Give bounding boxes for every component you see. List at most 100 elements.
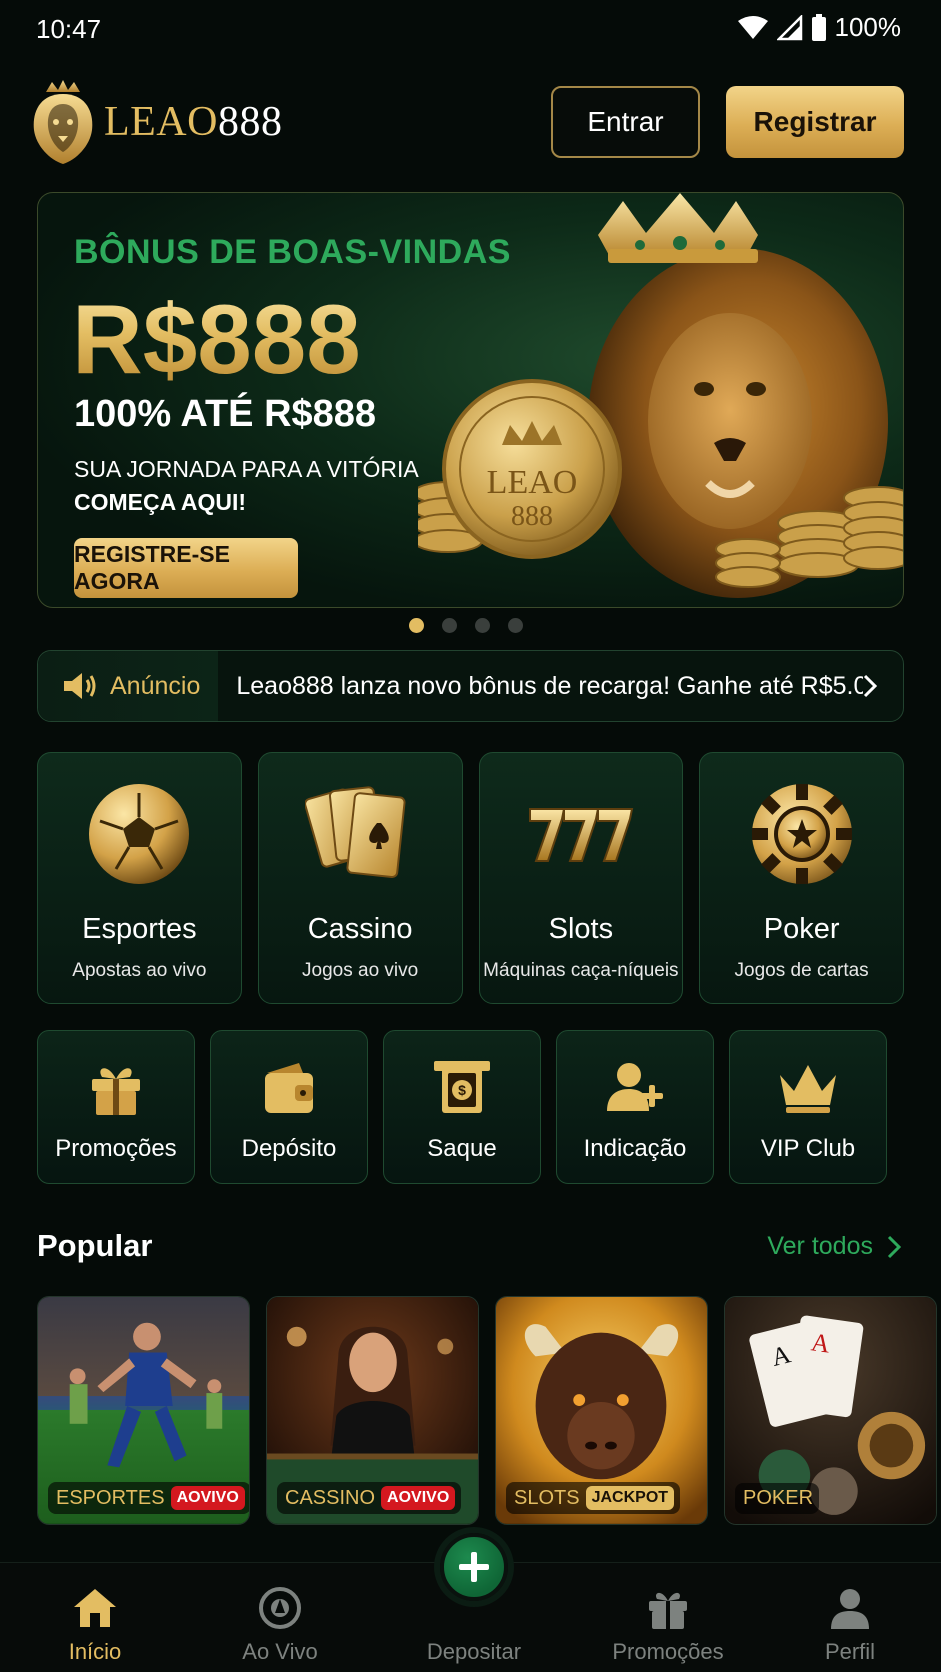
plus-icon (459, 1552, 489, 1582)
quick-action-label: Saque (427, 1135, 497, 1162)
chevron-right-icon (887, 1235, 901, 1258)
status-icons: 100% (737, 12, 902, 43)
nav-live[interactable]: Ao Vivo (200, 1563, 360, 1672)
popular-card-casino[interactable]: CASSINO AOVIVO (266, 1296, 479, 1525)
soccer-ball-icon (89, 784, 190, 884)
category-title: Slots (548, 913, 614, 945)
popular-tag: POKER (735, 1483, 820, 1514)
category-subtitle: Jogos de cartas (734, 960, 869, 981)
quick-action-vip[interactable]: VIP Club (729, 1030, 887, 1184)
see-all-link[interactable]: Ver todos (767, 1232, 901, 1261)
wallet-icon (265, 1063, 313, 1113)
category-subtitle: Máquinas caça-níqueis (483, 960, 679, 981)
add-user-icon (607, 1063, 663, 1111)
status-time: 10:47 (36, 14, 102, 44)
bottom-navigation: Início Ao Vivo Depositar Promoções Perfi… (0, 1533, 941, 1672)
nav-label: Depositar (426, 1639, 522, 1664)
battery-percent: 100% (834, 12, 902, 42)
announcement-label: Anúncio (38, 651, 219, 721)
login-button[interactable]: Entrar (551, 86, 700, 158)
playing-cards-icon (305, 786, 406, 879)
coin-text-2: 888 (511, 501, 553, 532)
header: LEAO888 Entrar Registrar (0, 70, 941, 180)
category-card-poker[interactable]: Poker Jogos de cartas (699, 752, 904, 1004)
category-subtitle: Jogos ao vivo (302, 960, 419, 981)
nav-promotions[interactable]: Promoções (588, 1563, 748, 1672)
slot-777-icon (528, 808, 634, 862)
svg-text:$: $ (458, 1082, 466, 1098)
popular-tag-label: ESPORTES (56, 1486, 165, 1509)
gift-icon (92, 1068, 140, 1115)
banner-desc-line1: SUA JORNADA PARA A VITÓRIA (74, 456, 419, 482)
category-card-slots[interactable]: Slots Máquinas caça-níqueis (478, 752, 684, 1004)
live-badge: AOVIVO (381, 1486, 456, 1510)
live-badge: AOVIVO (170, 1486, 245, 1510)
quick-action-promotions[interactable]: Promoções (37, 1030, 195, 1184)
nav-profile[interactable]: Perfil (770, 1563, 930, 1672)
status-bar: 10:47 100% (0, 0, 941, 60)
banner-offer: 100% ATÉ R$888 (74, 393, 377, 435)
popular-card-sports[interactable]: ESPORTES AOVIVO (37, 1296, 250, 1525)
lion-logo-icon (33, 80, 93, 164)
logo-text: LEAO888 (104, 99, 283, 145)
quick-action-deposit[interactable]: Depósito (210, 1030, 368, 1184)
popular-tag: SLOTS JACKPOT (506, 1482, 681, 1514)
category-title: Poker (763, 913, 840, 945)
popular-title: Popular (37, 1228, 153, 1263)
quick-action-withdraw[interactable]: $ Saque (383, 1030, 541, 1184)
carousel-dots (409, 618, 523, 633)
banner-subtitle: BÔNUS DE BOAS-VINDAS (74, 233, 511, 271)
deposit-fab[interactable] (440, 1533, 508, 1601)
nav-label: Ao Vivo (242, 1639, 318, 1664)
battery-icon (811, 13, 826, 41)
promo-banner[interactable]: LEAO 888 BÔNUS DE BOAS-VINDAS R$888 100%… (37, 192, 904, 608)
carousel-dot[interactable] (475, 618, 490, 633)
announcement-text: Leao888 lanza novo bônus de recarga! Gan… (236, 671, 863, 700)
category-card-casino[interactable]: Cassino Jogos ao vivo (257, 752, 463, 1004)
signal-icon (776, 14, 802, 40)
withdraw-icon: $ (434, 1061, 490, 1113)
register-button[interactable]: Registrar (726, 86, 904, 158)
poker-chip-icon (751, 784, 852, 884)
quick-actions: Promoções Depósito $ Saque Indicação VIP… (37, 1030, 887, 1184)
banner-desc-line2: COMEÇA AQUI! (74, 489, 247, 515)
category-subtitle: Apostas ao vivo (72, 960, 207, 981)
nav-label: Início (68, 1639, 122, 1664)
carousel-dot[interactable] (442, 618, 457, 633)
quick-action-label: Indicação (583, 1135, 687, 1162)
home-icon (74, 1589, 116, 1627)
carousel-dot[interactable] (508, 618, 523, 633)
crown-icon (780, 1065, 836, 1113)
quick-action-label: VIP Club (760, 1135, 856, 1162)
coin-text-1: LEAO (487, 464, 578, 501)
register-now-button[interactable]: REGISTRE-SE AGORA (74, 538, 298, 598)
category-card-sports[interactable]: Esportes Apostas ao vivo (37, 752, 242, 1004)
chevron-right-icon[interactable] (863, 674, 877, 698)
nav-home[interactable]: Início (15, 1563, 175, 1672)
quick-action-referral[interactable]: Indicação (556, 1030, 714, 1184)
carousel-dot[interactable] (409, 618, 424, 633)
quick-action-label: Depósito (241, 1135, 337, 1162)
popular-card-poker[interactable]: A A POKER (724, 1296, 937, 1525)
banner-amount: R$888 (72, 284, 361, 394)
jackpot-badge: JACKPOT (585, 1486, 675, 1510)
popular-tag: ESPORTES AOVIVO (48, 1482, 249, 1514)
logo[interactable]: LEAO888 (30, 80, 282, 164)
profile-icon (831, 1589, 869, 1629)
nav-deposit[interactable]: Depositar (394, 1533, 554, 1672)
see-all-label: Ver todos (767, 1232, 873, 1260)
announcement-bar[interactable]: Anúncio Leao888 lanza novo bônus de reca… (37, 650, 904, 722)
popular-tag: CASSINO AOVIVO (277, 1482, 462, 1514)
category-title: Cassino (307, 913, 413, 945)
popular-card-slots[interactable]: SLOTS JACKPOT (495, 1296, 708, 1525)
popular-tag-label: POKER (743, 1487, 814, 1509)
popular-tag-label: SLOTS (514, 1486, 580, 1509)
nav-label: Perfil (824, 1639, 876, 1664)
gift-icon (649, 1592, 687, 1629)
popular-games-row: ESPORTES AOVIVO CASSINO AOVIVO SLOTS JAC… (37, 1296, 937, 1525)
quick-action-label: Promoções (55, 1135, 177, 1162)
speaker-icon (64, 673, 96, 699)
popular-tag-label: CASSINO (285, 1486, 376, 1509)
announcement-label-text: Anúncio (110, 671, 201, 700)
live-icon (259, 1587, 301, 1629)
